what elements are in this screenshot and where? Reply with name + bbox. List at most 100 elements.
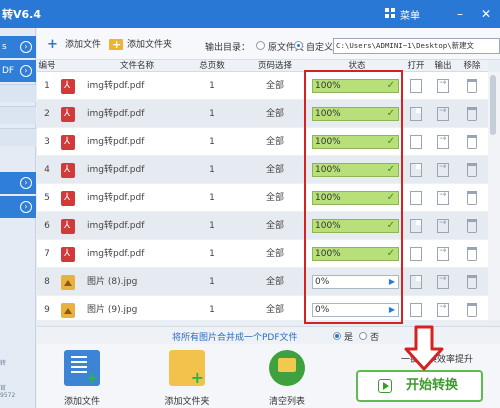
table-row[interactable]: 1img转pdf.pdf1全部100%✓ — [37, 72, 488, 100]
menu-button[interactable]: 菜单 — [400, 7, 420, 22]
row-page-select[interactable]: 全部 — [245, 184, 305, 212]
toolbar: + 添加文件 添加文件夹 输出目录： 原文件夹 自定义 C:\Users\ADM… — [37, 28, 500, 60]
row-pages: 1 — [209, 165, 215, 175]
trash-icon[interactable] — [467, 303, 477, 317]
export-icon[interactable] — [437, 302, 449, 317]
row-filename: img转pdf.pdf — [87, 221, 145, 231]
sidebar-item-5[interactable] — [0, 128, 36, 146]
row-page-select[interactable]: 全部 — [245, 240, 305, 268]
radio-original-folder[interactable] — [256, 41, 265, 50]
app-title: 转V6.4 — [2, 8, 41, 21]
clear-list-button[interactable]: 清空列表 — [257, 350, 317, 407]
bottom-add-folder-label: 添加文件夹 — [164, 397, 210, 407]
open-icon[interactable] — [410, 191, 422, 205]
export-icon[interactable] — [437, 190, 449, 205]
header-output: 输出 — [434, 61, 452, 71]
row-page-select[interactable]: 全部 — [245, 72, 305, 100]
row-page-select[interactable]: 全部 — [245, 128, 305, 156]
row-filename: img转pdf.pdf — [87, 137, 145, 147]
row-page-select[interactable]: 全部 — [245, 156, 305, 184]
sidebar-item-7[interactable]: › — [0, 196, 36, 218]
export-icon[interactable] — [437, 106, 449, 121]
scrollbar-thumb[interactable] — [490, 75, 496, 135]
pdf-file-icon — [61, 106, 75, 122]
sidebar-item-3[interactable] — [0, 84, 36, 102]
radio-custom-folder[interactable] — [294, 41, 303, 50]
table-row[interactable]: 8 图片 (8).jpg 1 全部 0% ▶ — [37, 268, 488, 296]
row-filename: img转pdf.pdf — [87, 193, 145, 203]
row-index: 6 — [44, 221, 50, 231]
export-icon[interactable] — [437, 246, 449, 261]
export-icon[interactable] — [437, 218, 449, 233]
table-row[interactable]: 4img转pdf.pdf1全部100%✓ — [37, 156, 488, 184]
start-convert-label: 开始转换 — [406, 378, 459, 393]
file-table: 编号 文件名称 总页数 页码选择 状态 打开 输出 移除 1 img转pdf.pd… — [37, 60, 488, 324]
trash-icon[interactable] — [467, 135, 477, 149]
add-file-button[interactable]: + 添加文件 — [47, 37, 101, 53]
add-folder-button[interactable]: 添加文件夹 — [109, 37, 172, 53]
row-pages: 1 — [209, 277, 215, 287]
sidebar: s › DF › › › 转 官 9572 — [0, 28, 36, 408]
row-filename: img转pdf.pdf — [87, 81, 145, 91]
sidebar-item-6[interactable]: › — [0, 172, 36, 194]
merge-no-label: 否 — [370, 333, 380, 343]
pdf-file-icon — [61, 218, 75, 234]
row-page-select[interactable]: 全部 — [245, 100, 305, 128]
export-icon[interactable] — [437, 274, 449, 289]
menu-grid-icon[interactable] — [385, 8, 395, 18]
open-icon[interactable] — [410, 219, 422, 233]
header-open: 打开 — [407, 61, 425, 71]
open-icon[interactable] — [410, 135, 422, 149]
play-icon — [378, 379, 392, 393]
bottom-add-folder-button[interactable]: 添加文件夹 — [157, 350, 217, 407]
open-icon[interactable] — [410, 275, 422, 289]
table-row[interactable]: 3img转pdf.pdf1全部100%✓ — [37, 128, 488, 156]
trash-icon[interactable] — [467, 191, 477, 205]
table-row[interactable]: 9 图片 (9).jpg 1 全部 0% ▶ — [37, 296, 488, 324]
trash-icon[interactable] — [467, 275, 477, 289]
clear-list-label: 清空列表 — [268, 397, 305, 407]
add-folder-label: 添加文件夹 — [127, 40, 173, 50]
table-row[interactable]: 7img转pdf.pdf1全部100%✓ — [37, 240, 488, 268]
sidebar-item-2[interactable]: DF › — [0, 60, 36, 82]
output-path-input[interactable]: C:\Users\ADMINI~1\Desktop\新建文 — [333, 38, 500, 54]
title-bar: 转V6.4 菜单 – ✕ — [0, 0, 500, 28]
add-file-icon — [64, 350, 100, 387]
table-row[interactable]: 2img转pdf.pdf1全部100%✓ — [37, 100, 488, 128]
row-index: 4 — [44, 165, 50, 175]
image-file-icon — [61, 303, 75, 318]
table-row[interactable]: 6img转pdf.pdf1全部100%✓ — [37, 212, 488, 240]
open-icon[interactable] — [410, 107, 422, 121]
trash-icon[interactable] — [467, 219, 477, 233]
table-row[interactable]: 5img转pdf.pdf1全部100%✓ — [37, 184, 488, 212]
open-icon[interactable] — [410, 163, 422, 177]
row-pages: 1 — [209, 249, 215, 259]
sidebar-item-4[interactable] — [0, 106, 36, 124]
output-dir-label: 输出目录： — [205, 43, 251, 53]
open-icon[interactable] — [410, 247, 422, 261]
trash-icon[interactable] — [467, 107, 477, 121]
sidebar-footer-text: 转 — [0, 360, 7, 367]
start-convert-button[interactable]: 开始转换 — [356, 370, 483, 402]
merge-yes-radio[interactable] — [333, 332, 341, 340]
row-page-select[interactable]: 全部 — [245, 296, 305, 324]
trash-icon[interactable] — [467, 163, 477, 177]
open-icon[interactable] — [410, 303, 422, 317]
bottom-add-file-button[interactable]: 添加文件 — [52, 350, 112, 407]
add-folder-icon — [169, 350, 205, 387]
export-icon[interactable] — [437, 78, 449, 93]
minimize-button[interactable]: – — [450, 4, 470, 24]
row-index: 7 — [44, 249, 50, 259]
row-page-select[interactable]: 全部 — [245, 212, 305, 240]
export-icon[interactable] — [437, 134, 449, 149]
trash-icon[interactable] — [467, 79, 477, 93]
row-page-select[interactable]: 全部 — [245, 268, 305, 296]
chevron-right-icon: › — [20, 41, 32, 53]
row-index: 9 — [44, 305, 50, 315]
open-icon[interactable] — [410, 79, 422, 93]
export-icon[interactable] — [437, 162, 449, 177]
close-button[interactable]: ✕ — [476, 4, 496, 24]
trash-icon[interactable] — [467, 247, 477, 261]
sidebar-item-1[interactable]: s › — [0, 36, 36, 58]
merge-no-radio[interactable] — [359, 332, 367, 340]
